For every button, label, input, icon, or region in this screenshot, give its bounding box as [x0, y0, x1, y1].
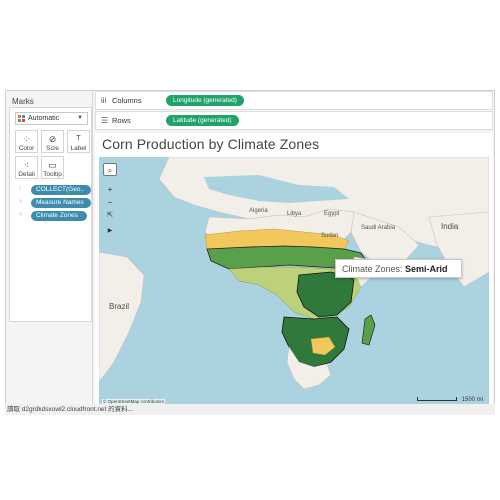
- scale-label: 1500 mi: [461, 397, 483, 403]
- map-scale: 1500 mi: [417, 397, 483, 403]
- size-icon: ⊘: [48, 134, 57, 144]
- tooltip: Climate Zones: Semi-Arid: [335, 259, 462, 278]
- field-pill-measure-names[interactable]: Measure Names: [31, 198, 91, 208]
- label-button[interactable]: T Label: [67, 130, 90, 153]
- color-button[interactable]: ⁘ Color: [15, 130, 38, 153]
- detail-icon: ⁖: [23, 160, 30, 170]
- longitude-pill[interactable]: Longitude (generated): [166, 95, 244, 106]
- detail-button-label: Detail: [18, 171, 35, 178]
- color-dots-icon: ⁘: [22, 134, 31, 144]
- color-dots-icon: ⁘: [18, 212, 24, 218]
- columns-shelf-label: Columns: [112, 96, 142, 105]
- tooltip-button[interactable]: ▭ Tooltip: [41, 156, 64, 179]
- label-sudan: Sudan: [321, 233, 338, 239]
- tooltip-icon: ▭: [48, 160, 57, 170]
- mark-type-dropdown[interactable]: Automatic ▼: [15, 112, 88, 125]
- size-button[interactable]: ⊘ Size: [41, 130, 64, 153]
- rows-shelf-label: Rows: [112, 116, 131, 125]
- search-icon[interactable]: ⌕: [103, 163, 117, 176]
- map-view[interactable]: Algeria Libya Egypt Sudan Saudi Arabia I…: [99, 157, 489, 406]
- zoom-in-icon[interactable]: +: [103, 183, 117, 196]
- label-icon: T: [76, 135, 81, 142]
- tooltip-value: Semi-Arid: [405, 264, 448, 274]
- color-button-label: Color: [18, 145, 35, 152]
- marks-title: Marks: [12, 97, 34, 106]
- rows-shelf[interactable]: ☰ Rows Latitude (generated): [95, 111, 493, 130]
- worksheet: Corn Production by Climate Zones Algeria…: [95, 133, 493, 408]
- mark-type-label: Automatic: [28, 115, 60, 122]
- label-libya: Libya: [287, 211, 302, 217]
- columns-icon: iii: [101, 96, 107, 105]
- color-dots-icon: ⁘: [18, 199, 24, 205]
- marks-card-body: Automatic ▼ ⁘ Color ⊘ Size T Label ⁖ Det…: [9, 107, 92, 322]
- sheet-title: Corn Production by Climate Zones: [102, 136, 320, 152]
- tooltip-button-label: Tooltip: [43, 171, 62, 178]
- chevron-down-icon: ▼: [77, 115, 83, 121]
- field-pill-collect-geo[interactable]: COLLECT(Geo..: [31, 185, 91, 195]
- label-brazil: Brazil: [109, 302, 129, 311]
- rows-icon: ☰: [101, 116, 109, 125]
- label-saudi: Saudi Arabia: [361, 225, 396, 231]
- field-pill-climate-zones[interactable]: Climate Zones: [31, 211, 87, 221]
- expand-toolbar-icon[interactable]: ▶: [103, 225, 117, 238]
- reset-zoom-icon[interactable]: ⇱: [103, 209, 117, 222]
- label-button-label: Label: [70, 145, 87, 152]
- browser-status-bar: 讀取 d2grdkdsxowl2.cloudfront.net 的資料...: [5, 404, 495, 415]
- label-algeria: Algeria: [249, 208, 268, 214]
- detail-icon: ⁖: [18, 186, 22, 192]
- map-canvas: Algeria Libya Egypt Sudan Saudi Arabia I…: [99, 157, 489, 406]
- label-egypt: Egypt: [324, 211, 340, 217]
- columns-shelf[interactable]: iii Columns Longitude (generated): [95, 91, 493, 110]
- tableau-workspace: Marks Automatic ▼ ⁘ Color ⊘ Size T Label: [5, 90, 495, 415]
- tooltip-label: Climate Zones:: [342, 264, 403, 274]
- zoom-out-icon[interactable]: −: [103, 196, 117, 209]
- latitude-pill[interactable]: Latitude (generated): [166, 115, 239, 126]
- scale-bar: [417, 397, 457, 401]
- size-button-label: Size: [46, 145, 59, 152]
- marks-card: Marks Automatic ▼ ⁘ Color ⊘ Size T Label: [6, 91, 93, 408]
- automatic-mark-icon: [18, 115, 25, 122]
- detail-button[interactable]: ⁖ Detail: [15, 156, 38, 179]
- label-india: India: [441, 222, 459, 231]
